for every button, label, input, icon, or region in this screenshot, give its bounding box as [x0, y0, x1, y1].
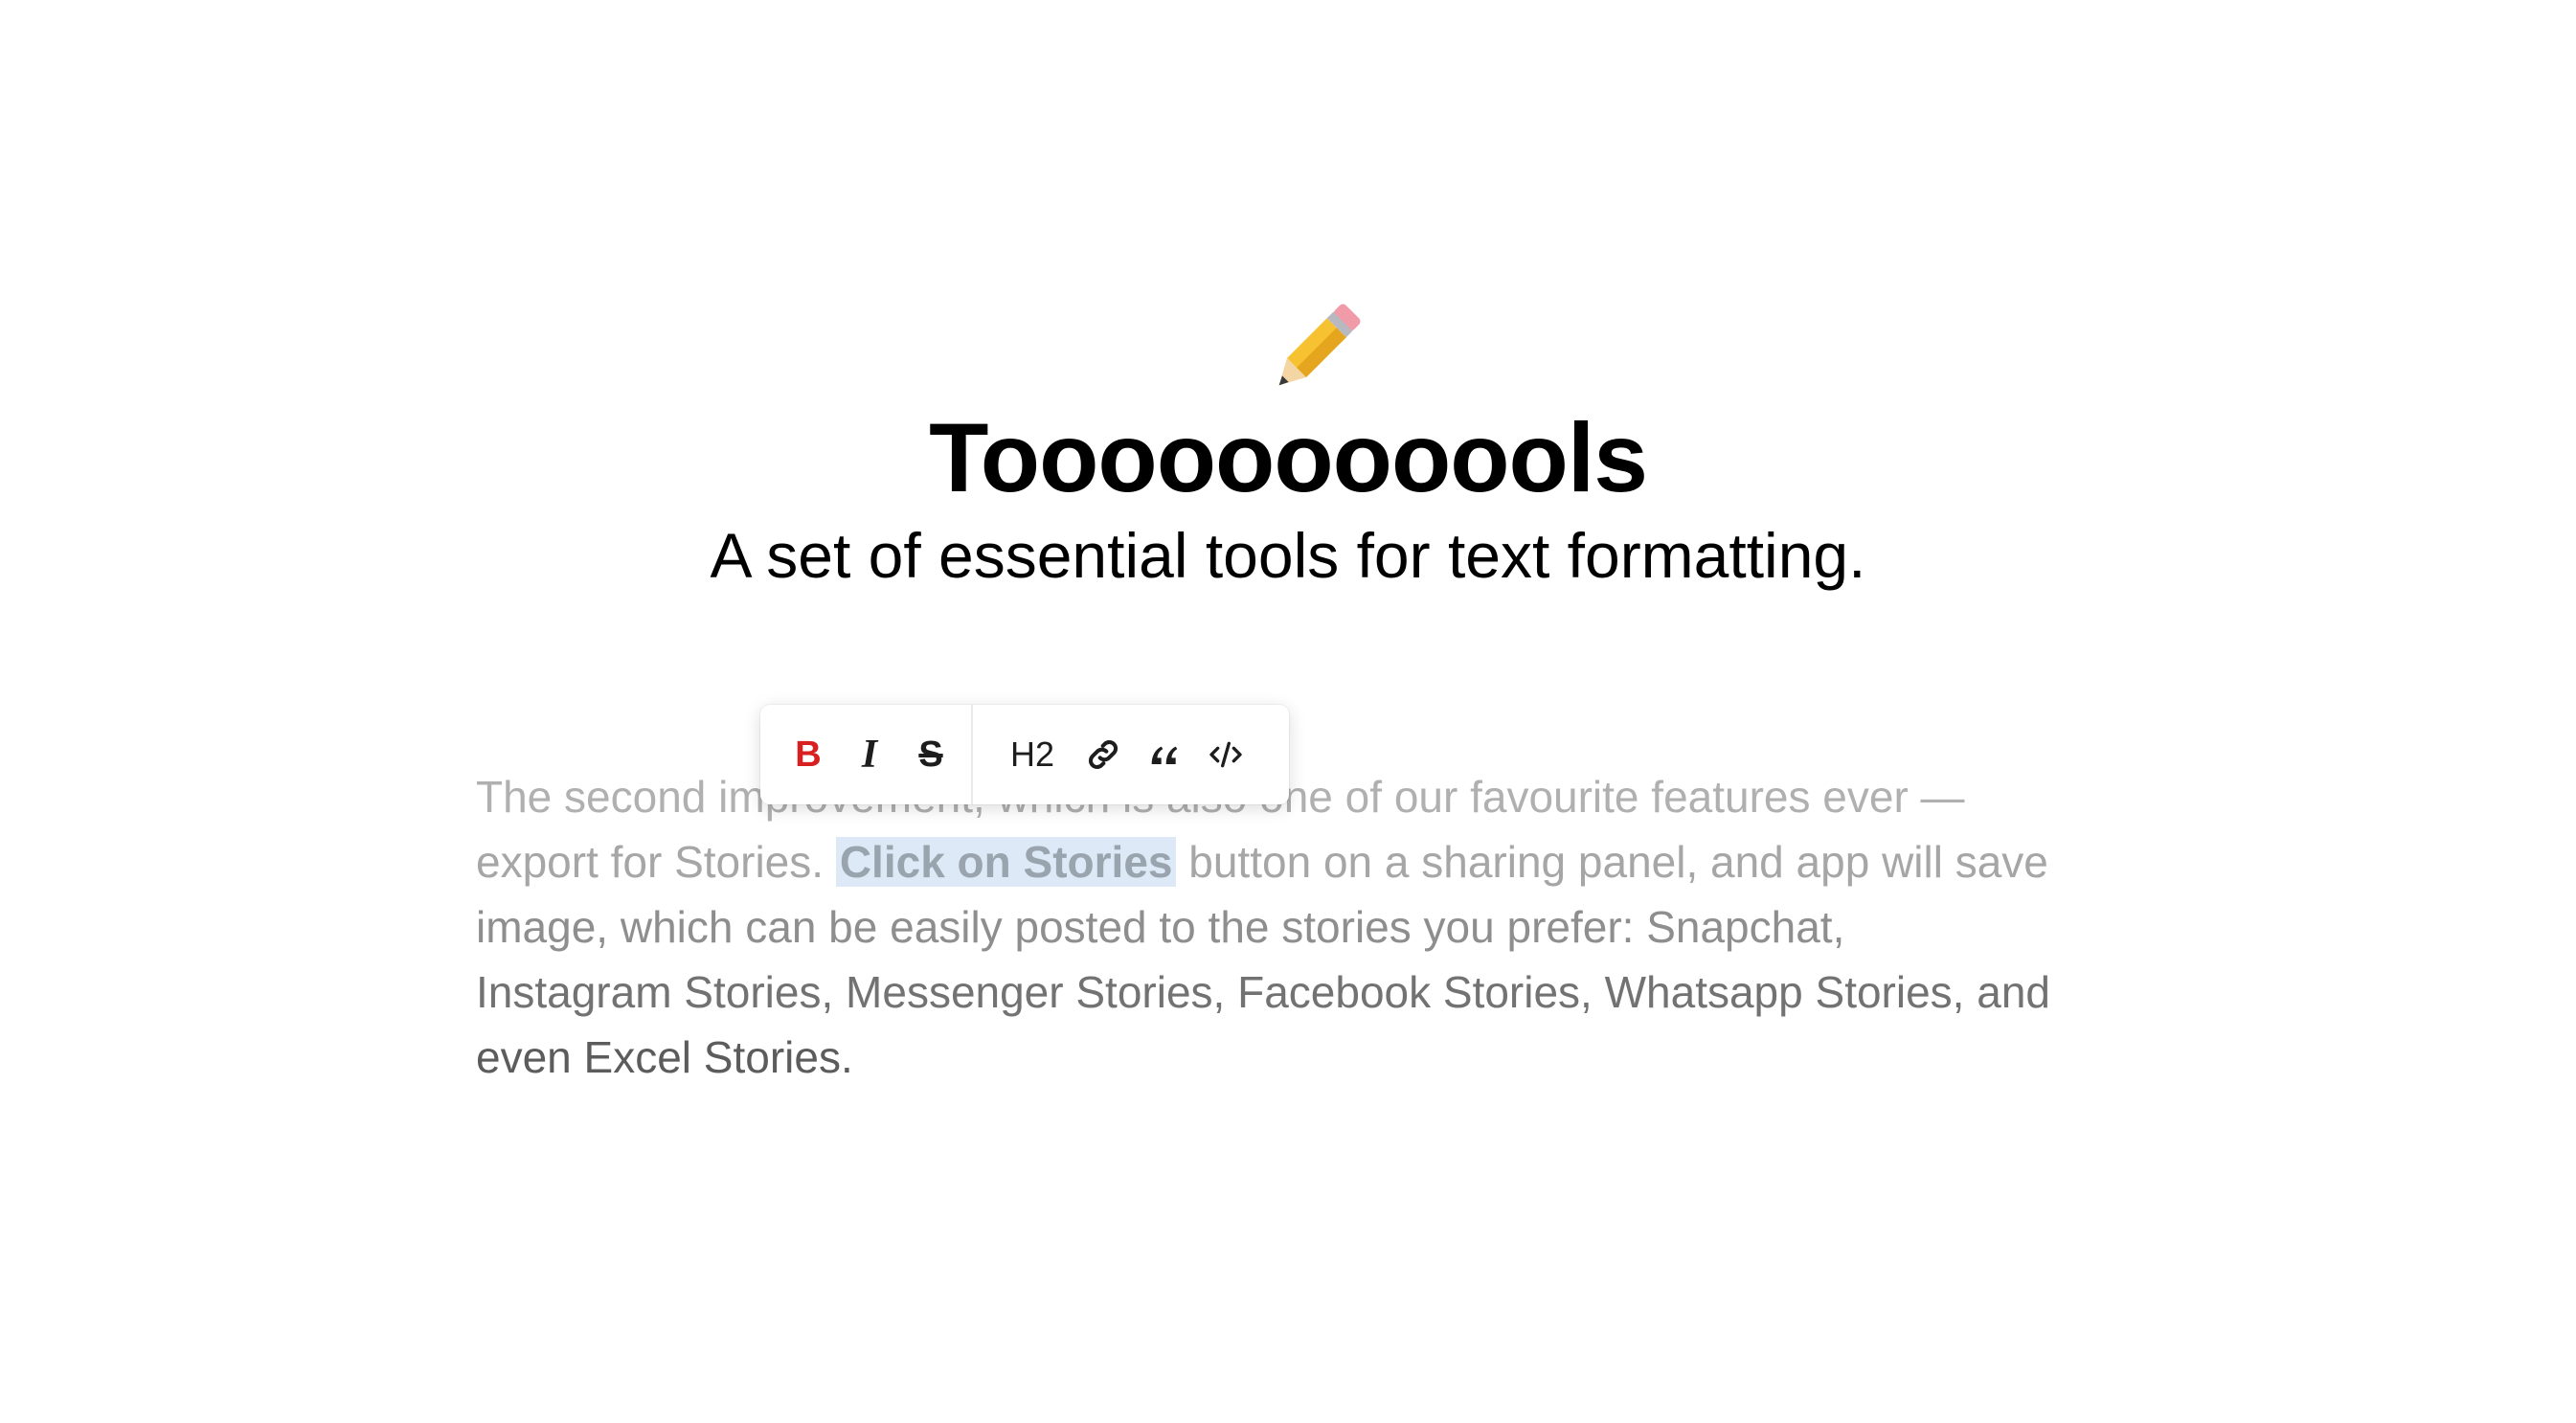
paragraph-line: even Excel Stories.	[476, 1032, 853, 1082]
formatting-toolbar: B I S H2	[760, 705, 1289, 804]
italic-button[interactable]: I	[839, 724, 900, 785]
block-format-group: H2	[973, 705, 1256, 804]
code-icon	[1209, 741, 1242, 768]
bold-button[interactable]: B	[778, 724, 839, 785]
link-button[interactable]	[1073, 724, 1134, 785]
text-before-selection: export for Stories.	[476, 837, 836, 887]
editor-paragraph[interactable]: The second improvement, which is also on…	[476, 764, 2181, 1090]
pencil-icon	[1259, 292, 1372, 405]
text-after-selection: button on a sharing panel, and app will …	[1176, 837, 2048, 887]
paragraph-line: export for Stories. Click on Stories but…	[476, 829, 2181, 894]
paragraph-line: image, which can be easily posted to the…	[476, 902, 1845, 952]
heading-button[interactable]: H2	[992, 724, 1073, 785]
page-title: Tooooooooools	[929, 403, 1648, 512]
code-button[interactable]	[1195, 724, 1256, 785]
quote-button[interactable]	[1134, 724, 1195, 785]
selected-text[interactable]: Click on Stories	[835, 837, 1177, 887]
strikethrough-button[interactable]: S	[900, 724, 961, 785]
link-icon	[1089, 740, 1118, 769]
inline-format-group: B I S	[760, 705, 971, 804]
paragraph-line: The second improvement, which is also on…	[476, 772, 1965, 822]
quote-icon	[1151, 746, 1178, 764]
paragraph-line: Instagram Stories, Messenger Stories, Fa…	[476, 967, 2050, 1017]
page-subtitle: A set of essential tools for text format…	[710, 520, 1866, 591]
